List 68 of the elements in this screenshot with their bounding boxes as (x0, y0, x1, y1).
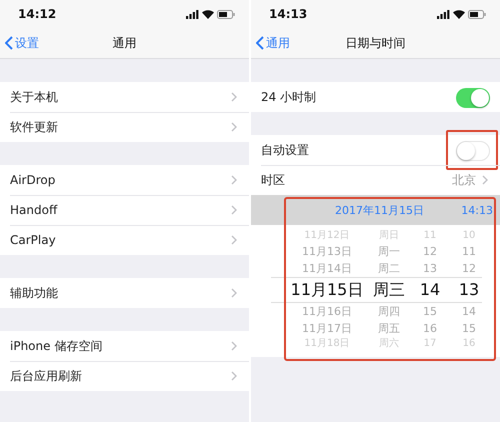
picker-hour: 13 (422, 261, 438, 277)
status-time: 14:13 (269, 7, 308, 21)
row-label: 后台应用刷新 (10, 368, 83, 384)
settings-row[interactable]: 时区 北京 (251, 165, 500, 195)
row-label: 辅助功能 (10, 284, 59, 302)
nav-title: 日期与时间 (346, 36, 406, 50)
picker-minute: 14 (461, 304, 477, 320)
battery-icon (468, 10, 486, 18)
settings-row[interactable]: AirDrop (0, 165, 249, 195)
back-button[interactable]: 设置 (0, 34, 45, 52)
chevron-icon (231, 122, 237, 132)
settings-row[interactable]: CarPlay (0, 225, 249, 255)
picker-weekday: 周二 (377, 261, 401, 277)
wifi-icon (202, 10, 214, 18)
nav-title: 通用 (112, 36, 136, 50)
row-label: CarPlay (10, 233, 57, 247)
picker-weekday: 周四 (377, 304, 401, 320)
row-value: 北京 (452, 172, 476, 188)
toggle-switch[interactable] (456, 141, 490, 161)
signal-icon (437, 10, 450, 18)
selected-date: 2017年11月15日 (335, 202, 424, 218)
picker-minute: 15 (461, 321, 477, 337)
settings-row[interactable]: iPhone 储存空间 (0, 331, 249, 361)
row-label: 软件更新 (10, 118, 59, 136)
back-chevron-icon (256, 36, 264, 50)
chevron-icon (231, 288, 237, 298)
picker-minute: 11 (461, 244, 477, 260)
picker-date: 11月16日 (301, 304, 353, 320)
row-label: AirDrop (10, 173, 56, 187)
picker-hour: 16 (422, 321, 438, 337)
settings-row[interactable]: 关于本机 (0, 82, 249, 112)
back-chevron-icon (5, 36, 13, 50)
chevron-icon (231, 205, 237, 215)
toggle-switch[interactable] (456, 88, 490, 108)
picker-hour: 15 (422, 304, 438, 320)
picker-weekday: 周一 (377, 244, 401, 260)
chevron-icon (231, 175, 237, 185)
settings-row[interactable]: 后台应用刷新 (0, 361, 249, 391)
wifi-icon (453, 10, 465, 18)
chevron-icon (231, 235, 237, 245)
picker-weekday: 周三 (372, 279, 406, 301)
chevron-icon (231, 92, 237, 102)
chevron-icon (231, 371, 237, 381)
picker-date: 11月17日 (301, 321, 353, 337)
chevron-icon (231, 341, 237, 351)
row-label: Handoff (10, 203, 58, 217)
picker-date: 11月14日 (301, 261, 353, 277)
settings-row[interactable]: 软件更新 (0, 112, 249, 142)
picker-minute: 13 (458, 279, 480, 301)
row-label: 24 小时制 (261, 88, 318, 106)
picker-weekday: 周五 (377, 321, 401, 337)
settings-row[interactable]: Handoff (0, 195, 249, 225)
status-time: 14:12 (18, 7, 56, 21)
battery-icon (217, 10, 235, 18)
selected-time: 14:13 (461, 204, 493, 216)
picker-date: 11月13日 (301, 244, 353, 260)
picker-minute: 12 (461, 261, 477, 277)
signal-icon (186, 10, 199, 18)
picker-hour: 12 (422, 244, 438, 260)
picker-date: 11月15日 (290, 279, 364, 301)
picker-hour: 14 (418, 279, 442, 301)
settings-row[interactable]: 辅助功能 (0, 278, 249, 308)
row-label: iPhone 储存空间 (10, 338, 104, 354)
row-label: 时区 (261, 172, 286, 188)
row-label: 关于本机 (10, 88, 59, 106)
back-button[interactable]: 通用 (251, 34, 296, 52)
row-label: 自动设置 (261, 142, 310, 158)
chevron-icon (482, 175, 488, 185)
